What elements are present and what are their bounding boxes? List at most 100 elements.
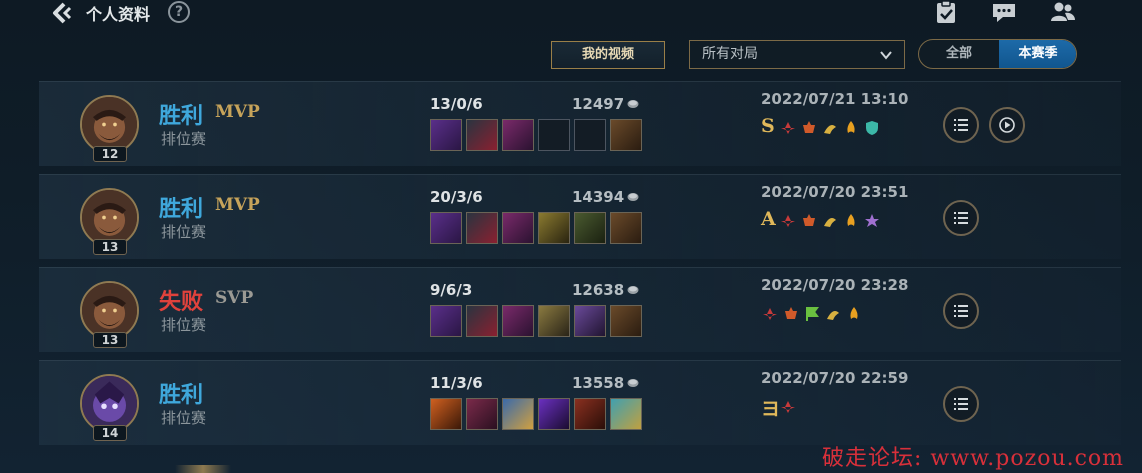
gold-coin-icon <box>627 193 639 201</box>
honor-icon <box>865 214 879 227</box>
hero-level: 14 <box>93 425 127 441</box>
item-slot[interactable] <box>502 119 534 151</box>
item-slot[interactable] <box>610 398 642 430</box>
item-slot[interactable] <box>430 119 462 151</box>
honor-icon <box>803 121 815 133</box>
item-slot[interactable] <box>574 398 606 430</box>
gold-amount: 12638 <box>572 281 625 299</box>
kda: 20/3/6 <box>430 188 483 206</box>
item-slot[interactable] <box>502 398 534 430</box>
flag-icon <box>806 307 819 321</box>
match-result: 失败 <box>159 290 204 315</box>
gold-coin-icon <box>627 286 639 294</box>
honor-icon <box>781 122 795 134</box>
mvp-badge: MVP <box>215 195 260 215</box>
grade-label: S <box>761 115 775 137</box>
gold-amount: 12497 <box>572 95 625 113</box>
play-icon <box>999 117 1015 133</box>
gold-coin-icon <box>627 100 639 108</box>
match-result: 胜利 <box>159 104 204 129</box>
help-icon[interactable]: ? <box>168 1 190 23</box>
honor-icon <box>847 121 855 133</box>
season-toggle: 全部 本赛季 <box>918 39 1077 69</box>
honor-icon <box>785 307 797 319</box>
svp-badge: SVP <box>215 288 254 308</box>
page-title: 个人资料 <box>86 5 151 24</box>
item-slot[interactable] <box>466 305 498 337</box>
honor-icon <box>824 125 836 134</box>
honor-icon <box>803 214 815 226</box>
bottom-ornament <box>175 465 231 473</box>
item-slot[interactable] <box>430 305 462 337</box>
item-slot[interactable] <box>502 212 534 244</box>
item-slot-boots[interactable] <box>610 119 642 151</box>
item-slot[interactable] <box>538 305 570 337</box>
item-slot[interactable] <box>538 212 570 244</box>
details-button[interactable] <box>943 200 979 236</box>
my-video-button[interactable]: 我的视频 <box>551 41 665 69</box>
kda: 13/0/6 <box>430 95 483 113</box>
item-slot[interactable] <box>430 398 462 430</box>
match-row[interactable]: 13 胜利 MVP 排位赛 20/3/6 14394 2022/07/20 23… <box>39 174 1121 259</box>
replay-button[interactable] <box>989 107 1025 143</box>
match-mode: 排位赛 <box>161 409 207 427</box>
honor-icon <box>763 308 777 320</box>
item-slot-empty <box>574 119 606 151</box>
details-button[interactable] <box>943 293 979 329</box>
match-row[interactable]: 13 失败 SVP 排位赛 9/6/3 12638 2022/07/20 23:… <box>39 267 1121 352</box>
honor-icon <box>781 215 795 227</box>
gold-amount: 13558 <box>572 374 625 392</box>
item-slot[interactable] <box>430 212 462 244</box>
friends-icon[interactable] <box>1050 0 1076 24</box>
match-date: 2022/07/20 23:51 <box>761 183 909 201</box>
item-slot[interactable] <box>538 398 570 430</box>
match-row[interactable]: 14 胜利 排位赛 11/3/6 13558 2022/07/20 22:59 … <box>39 360 1121 445</box>
details-button[interactable] <box>943 386 979 422</box>
match-date: 2022/07/20 23:28 <box>761 276 909 294</box>
watermark: 破走论坛: www.pozou.com <box>822 446 1125 471</box>
match-type-select[interactable]: 所有对局 <box>689 40 905 69</box>
list-icon <box>954 398 968 410</box>
kda: 9/6/3 <box>430 281 473 299</box>
match-mode: 排位赛 <box>161 130 207 148</box>
item-slot-boots[interactable] <box>610 212 642 244</box>
gold-coin-icon <box>627 379 639 387</box>
tab-all[interactable]: 全部 <box>919 40 999 68</box>
list-icon <box>954 119 968 131</box>
item-slot-empty <box>538 119 570 151</box>
match-row[interactable]: 12 胜利 MVP 排位赛 13/0/6 12497 2022/07/21 13… <box>39 81 1121 166</box>
hero-level: 13 <box>93 332 127 348</box>
grade-label: ヨ <box>761 398 781 420</box>
chat-icon[interactable] <box>991 0 1017 24</box>
grade-label: A <box>761 208 776 230</box>
match-result: 胜利 <box>159 383 204 408</box>
chevron-down-icon <box>880 51 892 60</box>
item-slot[interactable] <box>466 398 498 430</box>
back-arrow-icon[interactable] <box>50 2 74 24</box>
match-mode: 排位赛 <box>161 316 207 334</box>
honor-icon <box>850 307 858 319</box>
match-mode: 排位赛 <box>161 223 207 241</box>
honor-icon <box>827 311 839 320</box>
clipboard-check-icon[interactable] <box>933 0 959 24</box>
list-icon <box>954 305 968 317</box>
item-slot[interactable] <box>574 212 606 244</box>
honor-icon <box>781 401 795 413</box>
hero-level: 13 <box>93 239 127 255</box>
item-slot[interactable] <box>574 305 606 337</box>
match-date: 2022/07/21 13:10 <box>761 90 909 108</box>
details-button[interactable] <box>943 107 979 143</box>
header: 个人资料 ? <box>0 0 1142 26</box>
gold-amount: 14394 <box>572 188 625 206</box>
honor-icon <box>824 218 836 227</box>
shield-icon <box>866 121 878 135</box>
item-slot-boots[interactable] <box>610 305 642 337</box>
honor-icon <box>847 214 855 226</box>
match-result: 胜利 <box>159 197 204 222</box>
hero-level: 12 <box>93 146 127 162</box>
list-icon <box>954 212 968 224</box>
tab-this-season[interactable]: 本赛季 <box>999 40 1076 68</box>
item-slot[interactable] <box>466 119 498 151</box>
item-slot[interactable] <box>466 212 498 244</box>
item-slot[interactable] <box>502 305 534 337</box>
